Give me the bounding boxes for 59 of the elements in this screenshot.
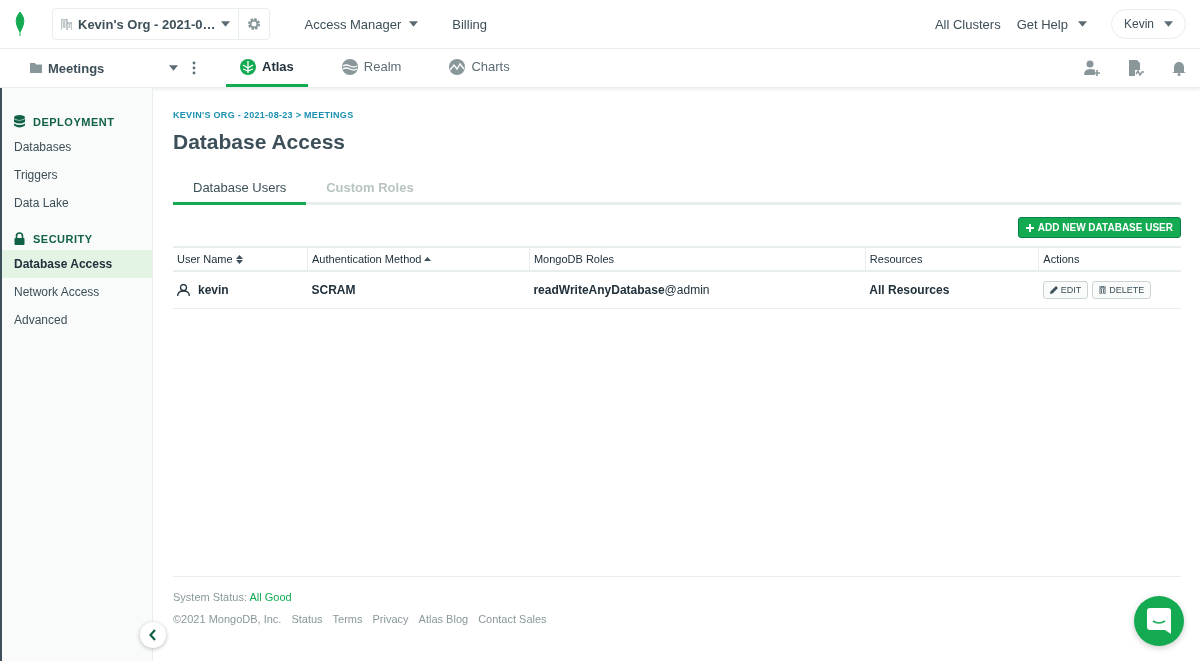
project-selector[interactable]: Meetings	[30, 60, 178, 76]
user-icon	[177, 284, 190, 296]
product-tab[interactable]: Atlas	[226, 49, 308, 87]
collapse-sidebar-button[interactable]	[140, 622, 166, 648]
folder-icon	[30, 63, 42, 73]
lock-icon	[14, 232, 25, 245]
page-title: Database Access	[173, 130, 346, 154]
edit-button[interactable]: EDIT	[1042, 281, 1089, 299]
column-header[interactable]: User Name	[177, 253, 303, 265]
sort-ascending-icon[interactable]	[424, 257, 432, 261]
plus-icon	[1025, 223, 1034, 232]
copyright: ©2021 MongoDB, Inc.	[173, 613, 282, 625]
system-status: System Status: All Good	[173, 591, 293, 603]
sidebar-section-heading: DEPLOYMENT	[2, 110, 152, 133]
help-menu[interactable]: Get Help	[1016, 16, 1087, 32]
table-cell: kevin	[198, 283, 229, 297]
column-header: Resources	[869, 253, 924, 265]
sidebar-item[interactable]: Network Access	[2, 278, 152, 306]
sort-icon[interactable]	[235, 254, 243, 264]
delete-button[interactable]: DELETE	[1092, 281, 1152, 299]
product-tab[interactable]: Realm	[327, 49, 416, 87]
more-options-icon[interactable]	[192, 61, 196, 75]
caret-icon	[409, 21, 419, 27]
add-user-icon[interactable]	[1084, 60, 1100, 76]
notification-bell-icon[interactable]	[1172, 60, 1186, 76]
nav-menu[interactable]: Access Manager	[304, 16, 419, 32]
column-header: Actions	[1043, 253, 1081, 265]
pencil-icon	[1049, 286, 1058, 294]
chart-circle-icon	[449, 58, 466, 75]
chat-button[interactable]	[1134, 596, 1184, 646]
product-tab[interactable]: Charts	[435, 49, 524, 87]
sidebar-item[interactable]: Database Access	[2, 250, 152, 278]
column-header: MongoDB Roles	[533, 253, 616, 265]
leaf-logo-icon[interactable]	[14, 12, 26, 36]
caret-icon	[1164, 21, 1173, 27]
sidebar-item[interactable]: Databases	[2, 133, 152, 161]
database-icon	[14, 115, 25, 128]
waves-circle-icon	[341, 58, 358, 75]
chat-bubble-icon	[1147, 608, 1171, 634]
table-cell: All Resources	[869, 283, 950, 297]
sidebar-item[interactable]: Data Lake	[2, 189, 152, 217]
leaf-circle-icon	[240, 58, 256, 75]
caret-icon	[1077, 21, 1087, 27]
all-clusters-link[interactable]: All Clusters	[934, 16, 1001, 32]
sidebar-item[interactable]: Triggers	[2, 161, 152, 189]
table-cell: readWriteAnyDatabase@admin	[533, 283, 710, 297]
settings-icon[interactable]	[247, 17, 262, 31]
nav-menu[interactable]: Billing	[452, 16, 487, 32]
trash-icon	[1099, 286, 1107, 294]
document-activity-icon[interactable]	[1128, 60, 1144, 76]
breadcrumb[interactable]: KEVIN'S ORG - 2021-08-23 > MEETINGS	[173, 110, 1181, 120]
tab[interactable]: Database Users	[173, 174, 307, 205]
caret-icon	[221, 21, 231, 27]
sidebar-section-heading: SECURITY	[2, 227, 152, 250]
caret-icon	[169, 65, 178, 71]
table-cell: SCRAM	[311, 283, 356, 297]
building-icon	[61, 18, 72, 30]
sidebar-item[interactable]: Advanced	[2, 306, 152, 334]
chevron-left-icon	[149, 629, 157, 641]
